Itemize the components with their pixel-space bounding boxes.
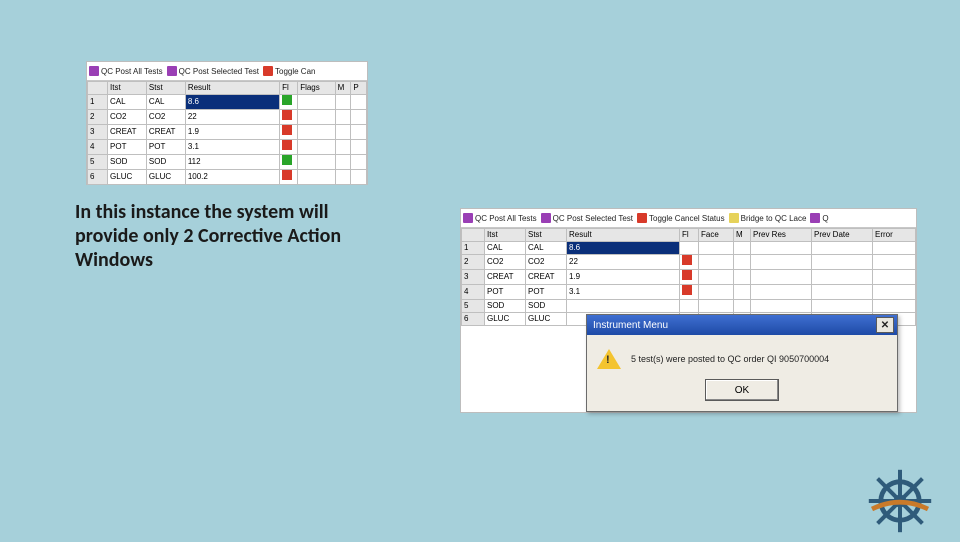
toggle-cancel-icon: [637, 213, 647, 223]
flag-icon: [682, 270, 692, 280]
col-header[interactable]: Error: [873, 229, 916, 242]
col-header[interactable]: Fl: [680, 229, 699, 242]
table-row[interactable]: 4POTPOT3.1: [462, 285, 916, 300]
toolbar-label: Bridge to QC Lace: [741, 214, 807, 223]
col-header[interactable]: Fl: [280, 82, 298, 95]
col-header[interactable]: Prev Date: [812, 229, 873, 242]
flag-icon: [682, 285, 692, 295]
ok-button[interactable]: OK: [705, 379, 779, 401]
col-header[interactable]: Face: [699, 229, 734, 242]
table-row[interactable]: 5SODSOD: [462, 300, 916, 313]
toolbar-label: Q: [822, 214, 828, 223]
qc-toolbar-small: QC Post All Tests QC Post Selected Test To…: [87, 62, 367, 81]
flag-icon: [282, 125, 292, 135]
table-row[interactable]: 3CREATCREAT1.9: [88, 125, 367, 140]
qc-toolbar-large: QC Post All Tests QC Post Selected Test To…: [461, 209, 916, 228]
close-button[interactable]: ✕: [876, 317, 894, 333]
flag-icon: [282, 140, 292, 150]
toolbar-item-1[interactable]: QC Post Selected Test: [541, 213, 633, 223]
toolbar-label: QC Post All Tests: [101, 67, 163, 76]
dialog-titlebar: Instrument Menu ✕: [587, 315, 897, 335]
col-header[interactable]: Itst: [485, 229, 526, 242]
flag-icon: [682, 255, 692, 265]
qc-post-selected-icon: [167, 66, 177, 76]
toolbar-label: QC Post Selected Test: [179, 67, 259, 76]
flag-icon: [282, 95, 292, 105]
col-header[interactable]: Result: [567, 229, 680, 242]
table-row[interactable]: 4POTPOT3.1: [88, 140, 367, 155]
toolbar-item-4[interactable]: Q: [810, 213, 828, 223]
col-header[interactable]: Result: [185, 82, 279, 95]
toolbar-item-1[interactable]: QC Post Selected Test: [167, 66, 259, 76]
col-header[interactable]: Itst: [108, 82, 147, 95]
flag-icon: [282, 110, 292, 120]
table-row[interactable]: 6GLUCGLUC100.2: [88, 170, 367, 185]
toolbar-item-2[interactable]: Toggle Can: [263, 66, 315, 76]
col-header[interactable]: M: [734, 229, 751, 242]
toggle-cancel-icon: [263, 66, 273, 76]
bridge-qc-icon: [729, 213, 739, 223]
col-header[interactable]: Stst: [526, 229, 567, 242]
col-header[interactable]: Flags: [298, 82, 335, 95]
table-row[interactable]: 1CALCAL8.6: [462, 242, 916, 255]
qc-extra-icon: [810, 213, 820, 223]
flag-icon: [282, 170, 292, 180]
col-header[interactable]: P: [351, 82, 367, 95]
warning-icon: [597, 349, 621, 369]
slide-note: In this instance the system will provide…: [75, 200, 375, 272]
dialog-message: 5 test(s) were posted to QC order QI 905…: [631, 354, 829, 364]
flag-icon: [282, 155, 292, 165]
qc-grid-small[interactable]: ItstStstResultFlFlagsMP1CALCAL8.62CO2CO2…: [87, 81, 367, 185]
qc-post-selected-icon: [541, 213, 551, 223]
col-header[interactable]: [462, 229, 485, 242]
dialog-title: Instrument Menu: [593, 320, 668, 331]
footer-logo: [860, 465, 940, 535]
toolbar-label: QC Post All Tests: [475, 214, 537, 223]
col-header[interactable]: [88, 82, 108, 95]
qc-post-all-icon: [89, 66, 99, 76]
toolbar-label: QC Post Selected Test: [553, 214, 633, 223]
qc-panel-small: QC Post All Tests QC Post Selected Test To…: [86, 61, 368, 185]
toolbar-item-2[interactable]: Toggle Cancel Status: [637, 213, 725, 223]
col-header[interactable]: M: [335, 82, 351, 95]
col-header[interactable]: Prev Res: [751, 229, 812, 242]
table-row[interactable]: 5SODSOD112: [88, 155, 367, 170]
instrument-menu-dialog: Instrument Menu ✕ 5 test(s) were posted …: [586, 314, 898, 412]
toolbar-item-0[interactable]: QC Post All Tests: [463, 213, 537, 223]
table-row[interactable]: 2CO2CO222: [88, 110, 367, 125]
table-row[interactable]: 2CO2CO222: [462, 255, 916, 270]
table-row[interactable]: 1CALCAL8.6: [88, 95, 367, 110]
qc-panel-large: QC Post All Tests QC Post Selected Test To…: [460, 208, 917, 413]
toolbar-item-0[interactable]: QC Post All Tests: [89, 66, 163, 76]
qc-grid-large[interactable]: ItstStstResultFlFaceMPrev ResPrev DateEr…: [461, 228, 916, 326]
qc-post-all-icon: [463, 213, 473, 223]
toolbar-label: Toggle Can: [275, 67, 315, 76]
table-row[interactable]: 3CREATCREAT1.9: [462, 270, 916, 285]
toolbar-item-3[interactable]: Bridge to QC Lace: [729, 213, 807, 223]
toolbar-label: Toggle Cancel Status: [649, 214, 725, 223]
col-header[interactable]: Stst: [146, 82, 185, 95]
